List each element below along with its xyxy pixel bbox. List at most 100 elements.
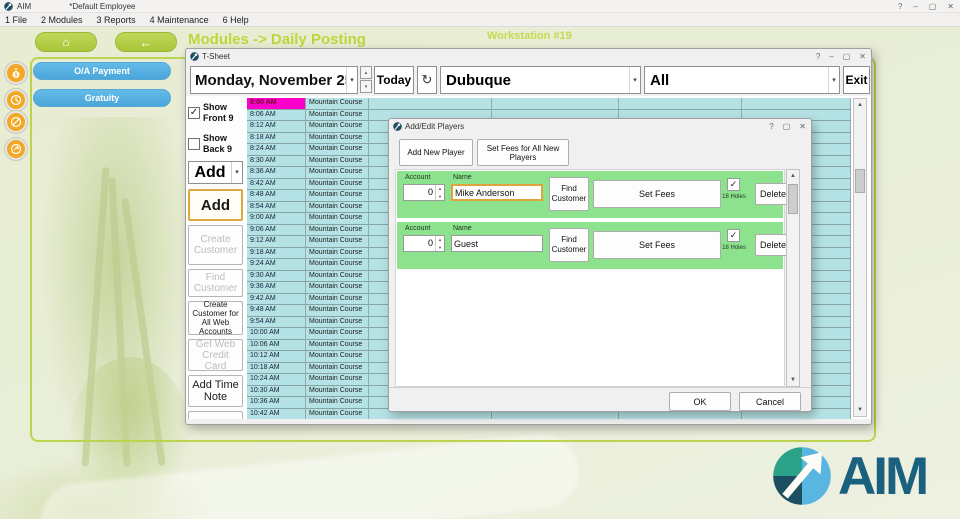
teetime-cell[interactable]: 10:36 AM: [247, 397, 306, 409]
stepper-down-icon[interactable]: ▼: [436, 193, 444, 201]
set-fees-button[interactable]: Set Fees: [593, 180, 721, 208]
teetime-cell[interactable]: 10:00 AM: [247, 328, 306, 340]
teetime-cell[interactable]: 8:48 AM: [247, 190, 306, 202]
stepper-down-icon[interactable]: ▼: [436, 244, 444, 252]
course-cell[interactable]: Mountain Course: [306, 317, 369, 329]
teetime-cell[interactable]: 10:18 AM: [247, 363, 306, 375]
teetime-cell[interactable]: 9:06 AM: [247, 225, 306, 237]
scrollbar-thumb[interactable]: [855, 169, 865, 193]
create-customer-for-all-web-accounts-button[interactable]: Create Customer for All Web Accounts: [188, 301, 243, 335]
scroll-down-icon[interactable]: ▼: [787, 374, 799, 386]
course-cell[interactable]: Mountain Course: [306, 213, 369, 225]
no-sale-icon[interactable]: [5, 111, 27, 133]
course-cell[interactable]: Mountain Course: [306, 167, 369, 179]
date-step-down-icon[interactable]: ▾: [360, 80, 372, 93]
course-cell[interactable]: Mountain Course: [306, 144, 369, 156]
show-back9-toggle[interactable]: Show Back 9: [188, 130, 243, 157]
minimize-icon[interactable]: –: [913, 0, 917, 13]
teetime-cell[interactable]: 8:18 AM: [247, 133, 306, 145]
teetime-cell[interactable]: 8:42 AM: [247, 179, 306, 191]
date-picker[interactable]: Monday, November 25, 2 ▾: [190, 66, 358, 94]
teetime-cell[interactable]: 9:18 AM: [247, 248, 306, 260]
cancel-button[interactable]: Cancel: [739, 392, 801, 411]
maximize-icon[interactable]: ▢: [929, 0, 937, 13]
player-name-input[interactable]: [451, 184, 543, 201]
account-value[interactable]: 0: [404, 236, 435, 251]
chevron-down-icon[interactable]: ▾: [231, 162, 242, 183]
show-front9-toggle[interactable]: ✓ Show Front 9: [188, 99, 243, 126]
menu-file[interactable]: 1 File: [5, 15, 27, 25]
course-cell[interactable]: Mountain Course: [306, 156, 369, 168]
account-stepper[interactable]: 0 ▲▼: [403, 184, 445, 201]
set-fees-all-button[interactable]: Set Fees for All New Players: [477, 139, 569, 166]
course-cell[interactable]: Mountain Course: [306, 110, 369, 122]
teetime-cell[interactable]: 8:00 AM: [247, 98, 306, 110]
scrollbar-thumb[interactable]: [788, 184, 798, 214]
money-bag-icon[interactable]: $: [5, 62, 27, 84]
add-button[interactable]: Add: [188, 189, 243, 221]
close-icon[interactable]: ✕: [947, 0, 954, 13]
course-cell[interactable]: Mountain Course: [306, 202, 369, 214]
course-cell[interactable]: Mountain Course: [306, 363, 369, 375]
menu-maintenance[interactable]: 4 Maintenance: [150, 15, 209, 25]
oa-payment-button[interactable]: O/A Payment: [33, 62, 171, 80]
scroll-up-icon[interactable]: ▲: [854, 99, 866, 111]
teetime-cell[interactable]: 10:42 AM: [247, 409, 306, 420]
checkbox-unchecked-icon[interactable]: [188, 138, 200, 150]
teetime-cell[interactable]: 8:24 AM: [247, 144, 306, 156]
add-time-note-button[interactable]: Add Time Note: [188, 375, 243, 407]
view-filter-dropdown[interactable]: All ▾: [644, 66, 840, 94]
teetime-cell[interactable]: 8:54 AM: [247, 202, 306, 214]
menu-reports[interactable]: 3 Reports: [97, 15, 136, 25]
teetime-cell[interactable]: 8:06 AM: [247, 110, 306, 122]
course-cell[interactable]: Mountain Course: [306, 374, 369, 386]
find-customer-button[interactable]: Find Customer: [549, 228, 589, 262]
add-split-dropdown[interactable]: Add ▾: [188, 161, 243, 184]
course-cell[interactable]: Mountain Course: [306, 328, 369, 340]
course-filter-dropdown[interactable]: Dubuque ▾: [440, 66, 641, 94]
player-slot-cell[interactable]: [619, 98, 742, 110]
scroll-up-icon[interactable]: ▲: [787, 170, 799, 182]
tsheet-scrollbar[interactable]: ▲ ▼: [853, 98, 867, 417]
ok-button[interactable]: OK: [669, 392, 731, 411]
gratuity-button[interactable]: Gratuity: [33, 89, 171, 107]
player-slot-cell[interactable]: [492, 98, 619, 110]
dialog-scrollbar[interactable]: ▲ ▼: [786, 169, 800, 387]
checkbox-checked-icon[interactable]: ✓: [188, 107, 200, 119]
home-button[interactable]: ⌂: [35, 32, 97, 52]
course-cell[interactable]: Mountain Course: [306, 236, 369, 248]
player-slot-cell[interactable]: [369, 98, 492, 110]
course-cell[interactable]: Mountain Course: [306, 282, 369, 294]
tsheet-minimize-icon[interactable]: –: [829, 52, 833, 61]
holes-checkbox-checked[interactable]: ✓: [727, 229, 740, 242]
chevron-down-icon[interactable]: ▾: [629, 67, 640, 93]
teetime-cell[interactable]: 9:54 AM: [247, 317, 306, 329]
course-cell[interactable]: Mountain Course: [306, 397, 369, 409]
account-value[interactable]: 0: [404, 185, 435, 200]
teetime-row[interactable]: 8:00 AMMountain Course: [247, 98, 851, 110]
stepper-up-icon[interactable]: ▲: [436, 236, 444, 244]
course-cell[interactable]: Mountain Course: [306, 305, 369, 317]
help-icon[interactable]: ?: [898, 0, 902, 13]
course-cell[interactable]: Mountain Course: [306, 248, 369, 260]
teetime-cell[interactable]: 8:36 AM: [247, 167, 306, 179]
course-cell[interactable]: Mountain Course: [306, 340, 369, 352]
course-cell[interactable]: Mountain Course: [306, 409, 369, 420]
chevron-down-icon[interactable]: ▾: [828, 67, 839, 93]
tsheet-close-icon[interactable]: ✕: [859, 52, 866, 61]
dialog-titlebar[interactable]: Add/Edit Players ? ▢ ✕: [389, 119, 811, 134]
dialog-close-icon[interactable]: ✕: [799, 122, 806, 131]
chevron-down-icon[interactable]: ▾: [346, 67, 357, 93]
course-cell[interactable]: Mountain Course: [306, 98, 369, 110]
find-customer-button[interactable]: Find Customer: [549, 177, 589, 211]
tsheet-help-icon[interactable]: ?: [816, 52, 820, 61]
menu-help[interactable]: 6 Help: [223, 15, 249, 25]
course-cell[interactable]: Mountain Course: [306, 259, 369, 271]
teetime-cell[interactable]: 9:24 AM: [247, 259, 306, 271]
holes-checkbox-checked[interactable]: ✓: [727, 178, 740, 191]
clock-icon[interactable]: [5, 89, 27, 111]
stepper-up-icon[interactable]: ▲: [436, 185, 444, 193]
teetime-cell[interactable]: 9:42 AM: [247, 294, 306, 306]
add-day-button[interactable]: Add Day: [188, 411, 243, 419]
back-button[interactable]: ←: [115, 32, 177, 52]
